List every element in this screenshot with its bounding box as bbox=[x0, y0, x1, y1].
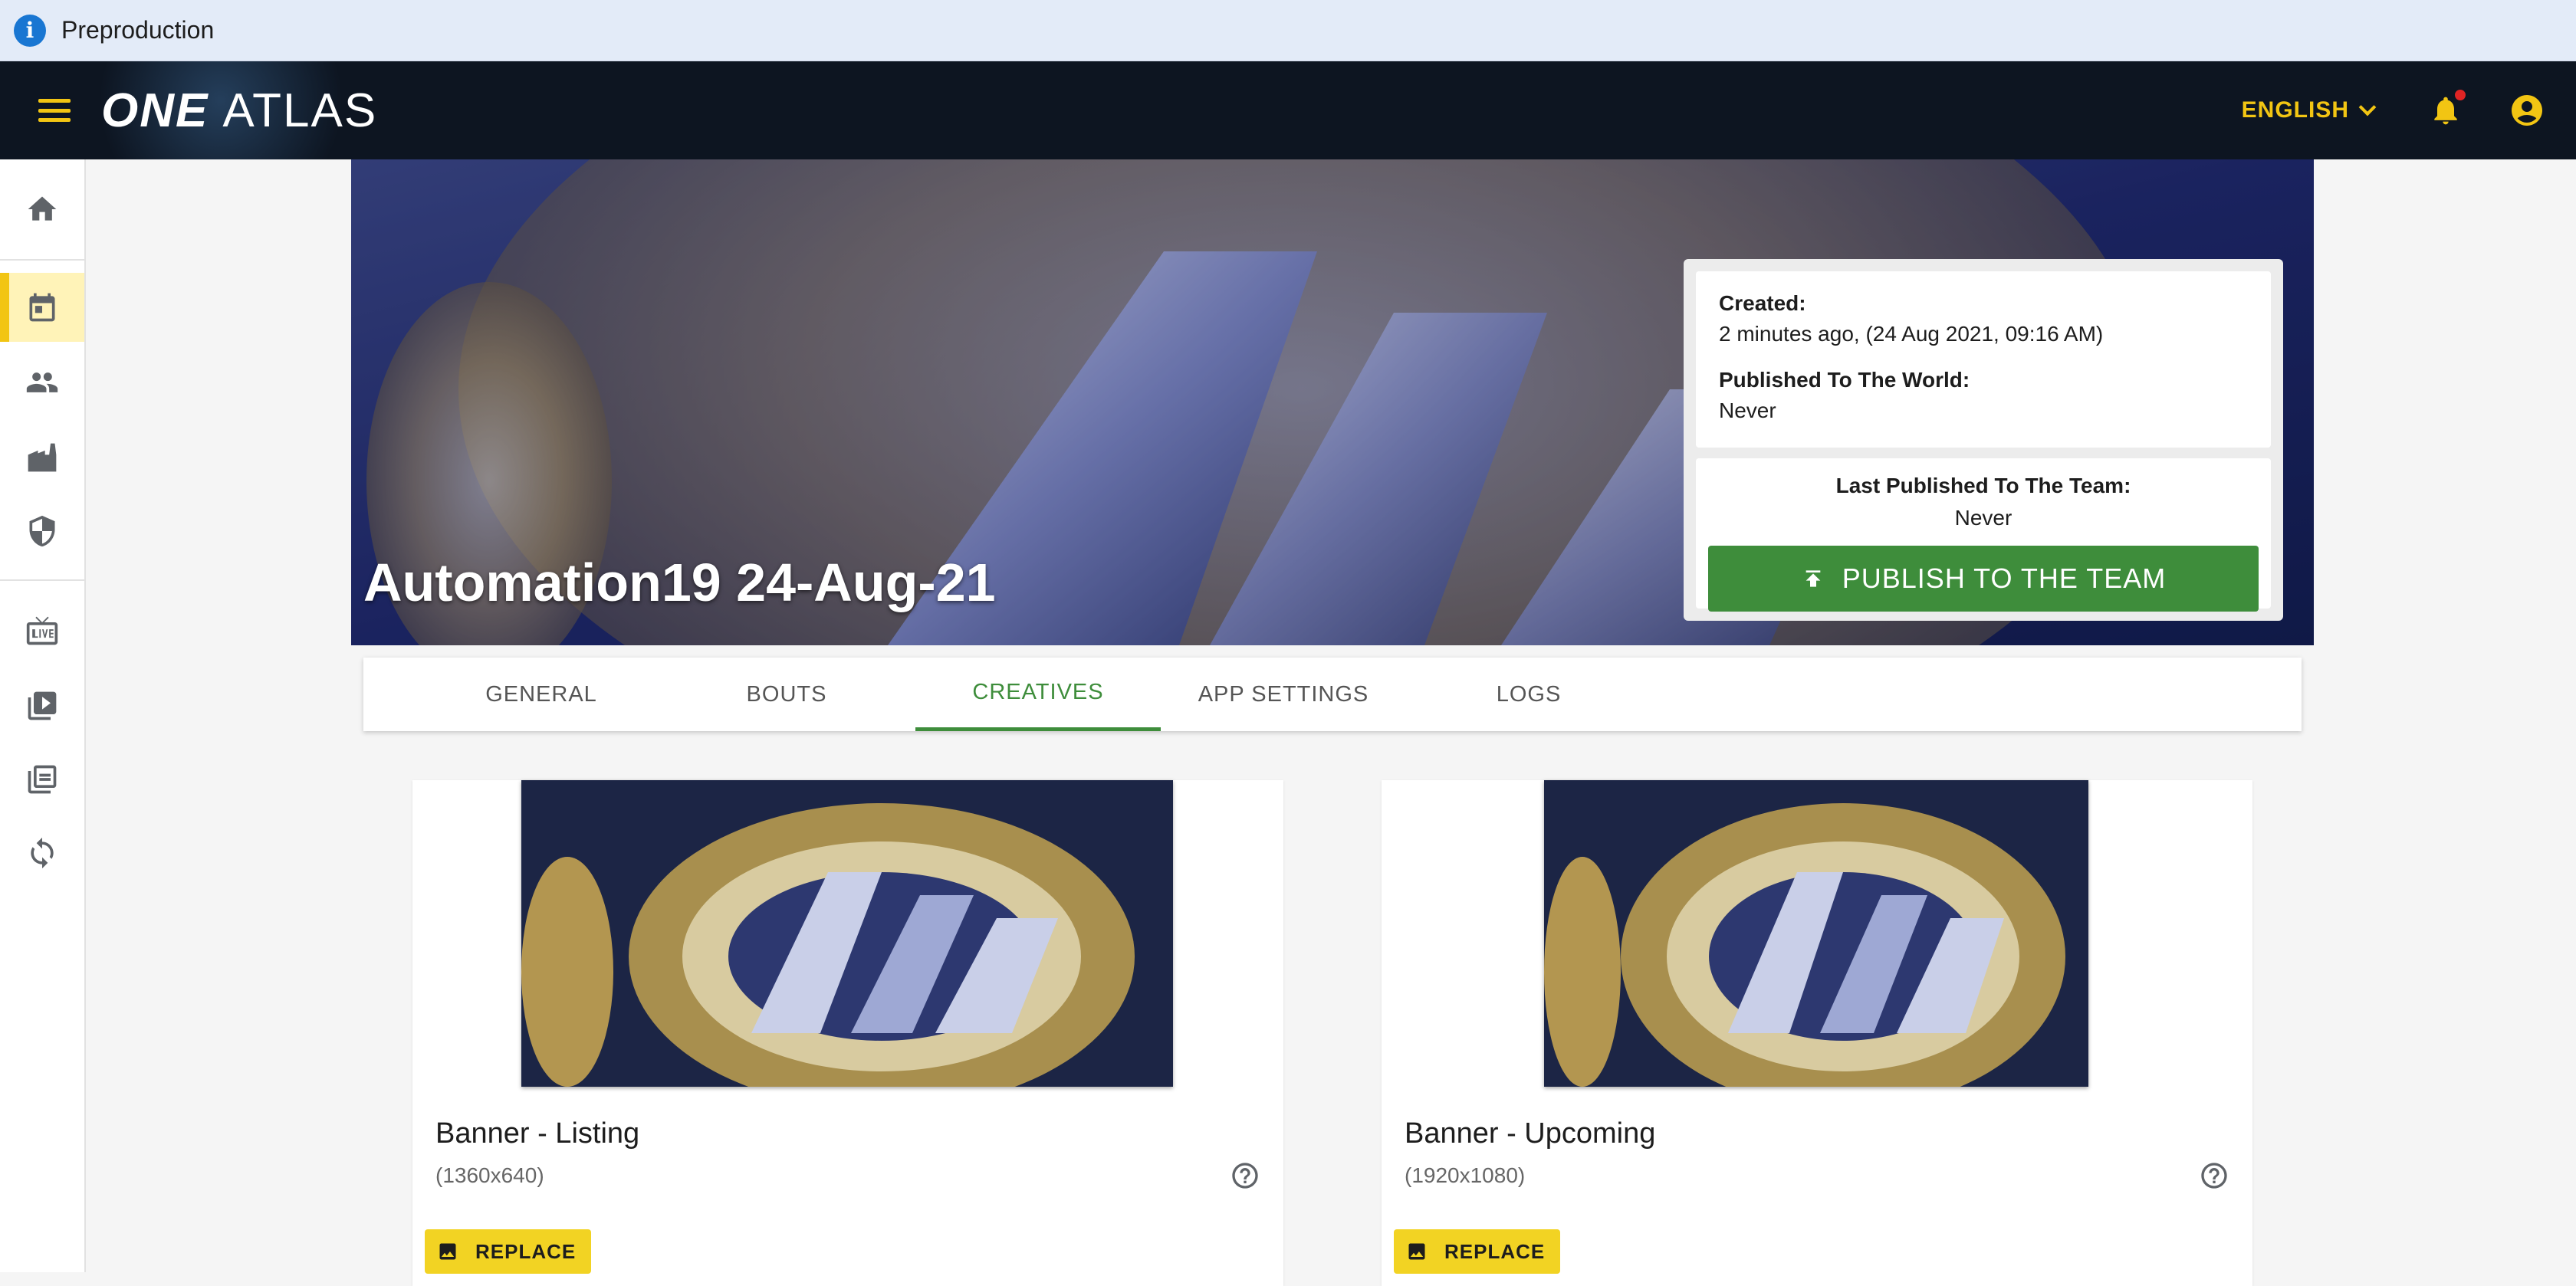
logo-atlas: ATLAS bbox=[222, 84, 378, 137]
sidebar-item-brands[interactable] bbox=[0, 497, 84, 566]
event-title: Automation19 24-Aug-21 bbox=[363, 553, 996, 612]
created-value: 2 minutes ago, (24 Aug 2021, 09:16 AM) bbox=[1719, 322, 2104, 346]
event-tabs: GENERAL BOUTS CREATIVES APP SETTINGS LOG… bbox=[363, 658, 2302, 731]
image-icon bbox=[1408, 1243, 1425, 1260]
image-icon bbox=[439, 1243, 456, 1260]
logo-one: ONE bbox=[101, 84, 209, 137]
sidebar-item-live[interactable] bbox=[0, 596, 84, 665]
sidebar-item-athletes[interactable] bbox=[0, 348, 84, 417]
notification-badge bbox=[2455, 90, 2466, 100]
team-publish-panel: Last Published To The Team: Never PUBLIS… bbox=[1696, 458, 2271, 612]
replace-label: REPLACE bbox=[475, 1239, 577, 1263]
replace-button[interactable]: REPLACE bbox=[425, 1229, 592, 1274]
published-world-value: Never bbox=[1719, 399, 1776, 422]
sidebar-item-collections[interactable] bbox=[0, 745, 84, 814]
creative-card-upcoming: Banner - Upcoming (1920x1080) REPLACE bbox=[1382, 780, 2252, 1286]
shield-icon bbox=[29, 515, 55, 547]
published-world-label: Published To The World: bbox=[1719, 368, 1970, 392]
language-selector[interactable]: ENGLISH bbox=[2241, 97, 2377, 123]
sidebar-item-home[interactable] bbox=[0, 175, 84, 244]
account-icon[interactable] bbox=[2509, 92, 2545, 129]
sidebar bbox=[0, 159, 86, 1272]
created-label: Created: bbox=[1719, 291, 1806, 315]
sidebar-item-events[interactable] bbox=[0, 273, 84, 342]
banner-listing-image bbox=[521, 780, 1173, 1087]
chevron-down-icon bbox=[2358, 98, 2377, 116]
app-logo[interactable]: ONE ATLAS bbox=[101, 84, 377, 138]
calendar-icon bbox=[29, 293, 55, 322]
help-icon[interactable] bbox=[2199, 1160, 2229, 1191]
tab-logs[interactable]: LOGS bbox=[1406, 658, 1651, 731]
live-tv-icon bbox=[26, 616, 58, 645]
replace-button[interactable]: REPLACE bbox=[1394, 1229, 1561, 1274]
help-icon[interactable] bbox=[1230, 1160, 1260, 1191]
environment-label: Preproduction bbox=[61, 16, 215, 44]
card-title: Banner - Upcoming bbox=[1405, 1117, 1656, 1150]
factory-icon bbox=[28, 443, 57, 472]
language-label: ENGLISH bbox=[2241, 97, 2349, 123]
tab-creatives[interactable]: CREATIVES bbox=[915, 658, 1161, 731]
event-status-panel: Created: 2 minutes ago, (24 Aug 2021, 09… bbox=[1696, 271, 2271, 448]
card-size: (1920x1080) bbox=[1405, 1163, 1526, 1187]
menu-icon[interactable] bbox=[38, 99, 71, 122]
banner-upcoming-image bbox=[1544, 780, 2088, 1087]
tab-app-settings[interactable]: APP SETTINGS bbox=[1161, 658, 1406, 731]
top-navigation-bar: ONE ATLAS ENGLISH bbox=[0, 61, 2576, 159]
sidebar-item-organizations[interactable] bbox=[0, 423, 84, 492]
tab-bouts[interactable]: BOUTS bbox=[664, 658, 909, 731]
card-title: Banner - Listing bbox=[435, 1117, 640, 1150]
publish-status-card: Created: 2 minutes ago, (24 Aug 2021, 09… bbox=[1684, 259, 2283, 621]
people-icon bbox=[26, 372, 58, 392]
publish-icon bbox=[1806, 570, 1821, 587]
tab-general[interactable]: GENERAL bbox=[419, 658, 664, 731]
notifications-bell-icon[interactable] bbox=[2429, 90, 2466, 130]
sidebar-item-sync[interactable] bbox=[0, 819, 84, 887]
home-icon bbox=[28, 196, 57, 221]
creative-card-listing: Banner - Listing (1360x640) REPLACE bbox=[412, 780, 1283, 1286]
environment-banner: i Preproduction bbox=[0, 0, 2576, 61]
publish-to-team-button[interactable]: PUBLISH TO THE TEAM bbox=[1708, 546, 2259, 612]
info-icon: i bbox=[14, 14, 46, 47]
sidebar-item-videos[interactable] bbox=[0, 671, 84, 740]
collections-icon bbox=[28, 765, 57, 794]
sync-icon bbox=[31, 837, 54, 869]
publish-button-label: PUBLISH TO THE TEAM bbox=[1842, 563, 2167, 594]
last-published-team-label: Last Published To The Team: bbox=[1835, 474, 2131, 497]
last-published-team-value: Never bbox=[1954, 506, 2013, 530]
card-size: (1360x640) bbox=[435, 1163, 544, 1187]
video-library-icon bbox=[28, 691, 57, 720]
replace-label: REPLACE bbox=[1444, 1239, 1546, 1263]
